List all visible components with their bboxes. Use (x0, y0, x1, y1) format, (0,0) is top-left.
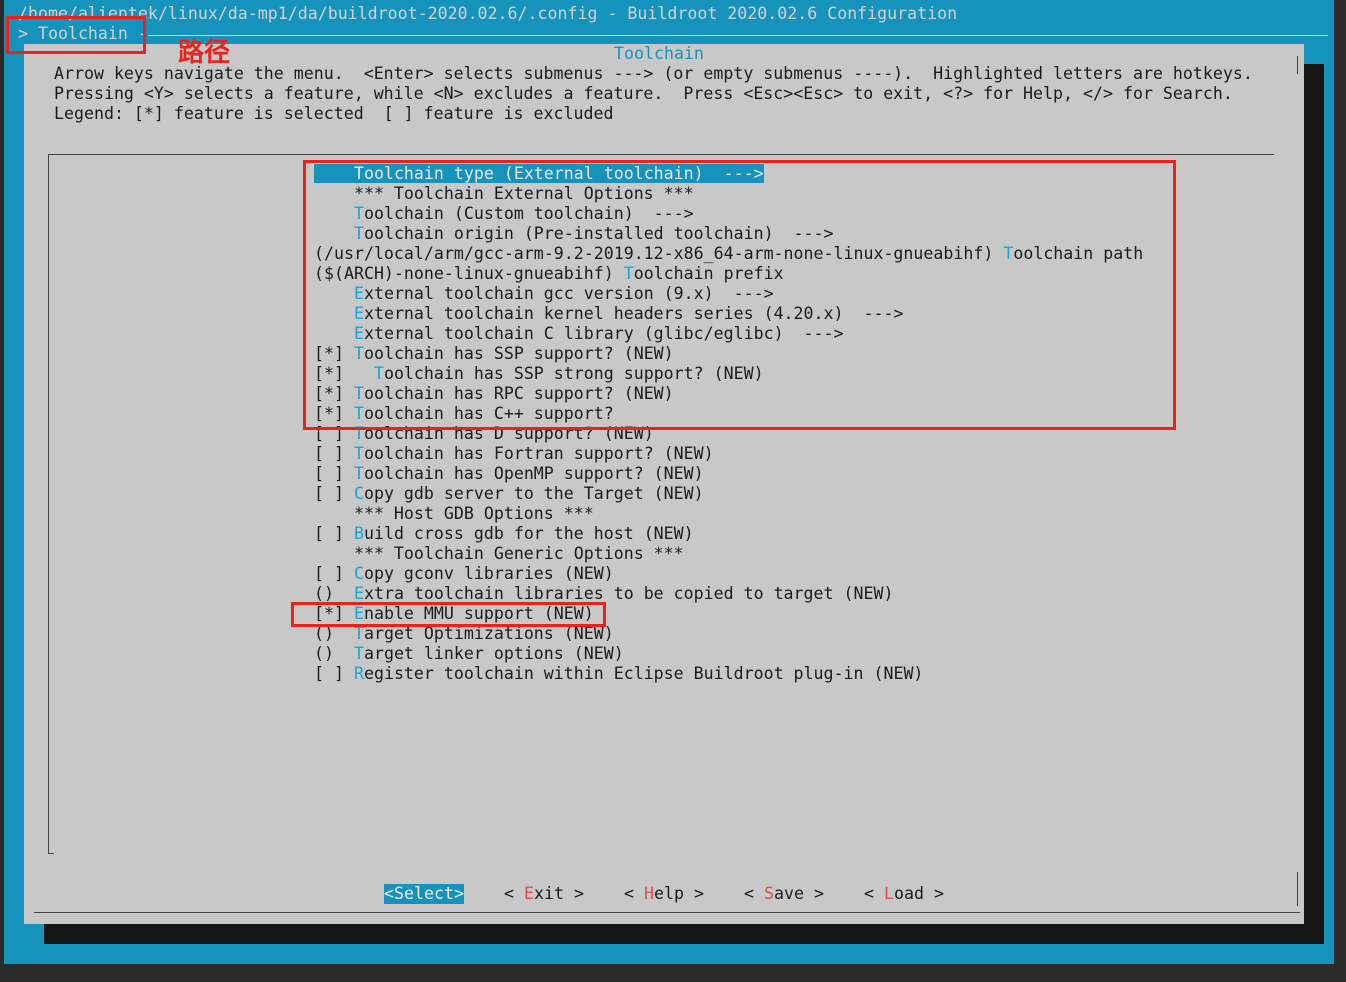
menu-item-label: oolchain has Fortran support? (NEW) (363, 444, 714, 463)
menu-item-prefix (314, 504, 354, 523)
button-bracket-close: > (683, 884, 704, 903)
path-divider (148, 35, 1328, 36)
menu-item[interactable]: [ ] Register toolchain within Eclipse Bu… (314, 664, 923, 684)
button-hotkey: S (763, 884, 774, 903)
menu-item-hotkey: T (353, 644, 364, 663)
help-line-2: Pressing <Y> selects a feature, while <N… (54, 84, 1233, 103)
menu-item-hotkey: R (353, 664, 364, 683)
window-title: /home/alientek/linux/da-mp1/da/buildroot… (18, 4, 958, 23)
button-label: oad (893, 884, 924, 903)
button-hotkey: H (643, 884, 654, 903)
button-hotkey: L (883, 884, 894, 903)
button-bracket-open: < (744, 884, 764, 903)
dialog-border-bottom (34, 912, 1300, 913)
menu-item[interactable]: [ ] Copy gconv libraries (NEW) (314, 564, 614, 584)
menu-item-hotkey: C (353, 484, 364, 503)
button-bracket-open: < (864, 884, 884, 903)
menu-box-top (48, 154, 1274, 155)
button-bracket-open: < (384, 884, 394, 903)
dialog-border-right (1297, 56, 1298, 74)
menu-item-prefix: [ ] (314, 464, 354, 483)
menu-item-label: egister toolchain within Eclipse Buildro… (363, 664, 924, 683)
menu-item-prefix: () (314, 644, 354, 663)
menu-box-corner (48, 853, 54, 854)
menu-item[interactable]: [ ] Toolchain has Fortran support? (NEW) (314, 444, 714, 464)
menu-box-left (48, 154, 49, 854)
button-bracket-open: < (504, 884, 524, 903)
menu-item-label: oolchain has OpenMP support? (NEW) (363, 464, 704, 483)
menu-item[interactable]: [ ] Build cross gdb for the host (NEW) (314, 524, 694, 544)
menu-item[interactable]: [ ] Copy gdb server to the Target (NEW) (314, 484, 704, 504)
button-hotkey: S (394, 884, 404, 903)
save-button[interactable]: < Save > (744, 884, 824, 904)
help-line-3: Legend: [*] feature is selected [ ] feat… (54, 104, 614, 123)
path-annotation: 路径 (178, 38, 231, 68)
menu-item-hotkey: E (353, 584, 364, 603)
exit-button[interactable]: < Exit > (504, 884, 584, 904)
load-button[interactable]: < Load > (864, 884, 944, 904)
menu-item-label: *** Toolchain Generic Options *** (353, 544, 684, 563)
dialog-title: Toolchain (614, 44, 704, 63)
menu-item-label: xtra toolchain libraries to be copied to… (363, 584, 894, 603)
menu-item-prefix: [ ] (314, 664, 354, 683)
menu-item-hotkey: T (353, 444, 364, 463)
dialog-border-right-lower (1297, 872, 1298, 906)
annotation-box-mmu (291, 602, 606, 627)
button-hotkey: E (523, 884, 534, 903)
menu-item-prefix: [ ] (314, 484, 354, 503)
button-label: elect (404, 884, 454, 903)
button-bracket-open: < (624, 884, 644, 903)
menu-item-prefix: [ ] (314, 444, 354, 463)
button-label: ave (773, 884, 804, 903)
button-label: elp (653, 884, 684, 903)
menu-item-label: opy gconv libraries (NEW) (363, 564, 614, 583)
menu-item-hotkey: C (353, 564, 364, 583)
menu-item[interactable]: *** Toolchain Generic Options *** (314, 544, 684, 564)
button-bracket-close: > (803, 884, 824, 903)
button-bracket-close: > (563, 884, 584, 903)
menu-item-prefix: () (314, 584, 354, 603)
menu-item-label: arget linker options (NEW) (363, 644, 624, 663)
select-button[interactable]: <Select> (384, 884, 464, 904)
menu-item[interactable]: [ ] Toolchain has OpenMP support? (NEW) (314, 464, 704, 484)
help-line-1: Arrow keys navigate the menu. <Enter> se… (54, 64, 1253, 83)
menu-item[interactable]: () Target Optimizations (NEW) (314, 624, 614, 644)
button-bracket-close: > (923, 884, 944, 903)
menu-item[interactable]: () Target linker options (NEW) (314, 644, 624, 664)
menu-item-prefix (314, 544, 354, 563)
menu-item[interactable]: *** Host GDB Options *** (314, 504, 594, 524)
menu-item-label: *** Host GDB Options *** (353, 504, 594, 523)
annotation-box-toolchain-options (303, 160, 1176, 430)
menu-item[interactable]: () Extra toolchain libraries to be copie… (314, 584, 893, 604)
menu-item-prefix: [ ] (314, 524, 354, 543)
menu-item-prefix: [ ] (314, 564, 354, 583)
button-bracket-close: > (453, 884, 464, 903)
help-button[interactable]: < Help > (624, 884, 704, 904)
annotation-box-path (6, 16, 146, 54)
menu-item-label: uild cross gdb for the host (NEW) (363, 524, 694, 543)
menu-item-label: opy gdb server to the Target (NEW) (363, 484, 704, 503)
menu-item-hotkey: T (353, 464, 364, 483)
button-label: xit (533, 884, 564, 903)
menu-item-hotkey: B (353, 524, 364, 543)
